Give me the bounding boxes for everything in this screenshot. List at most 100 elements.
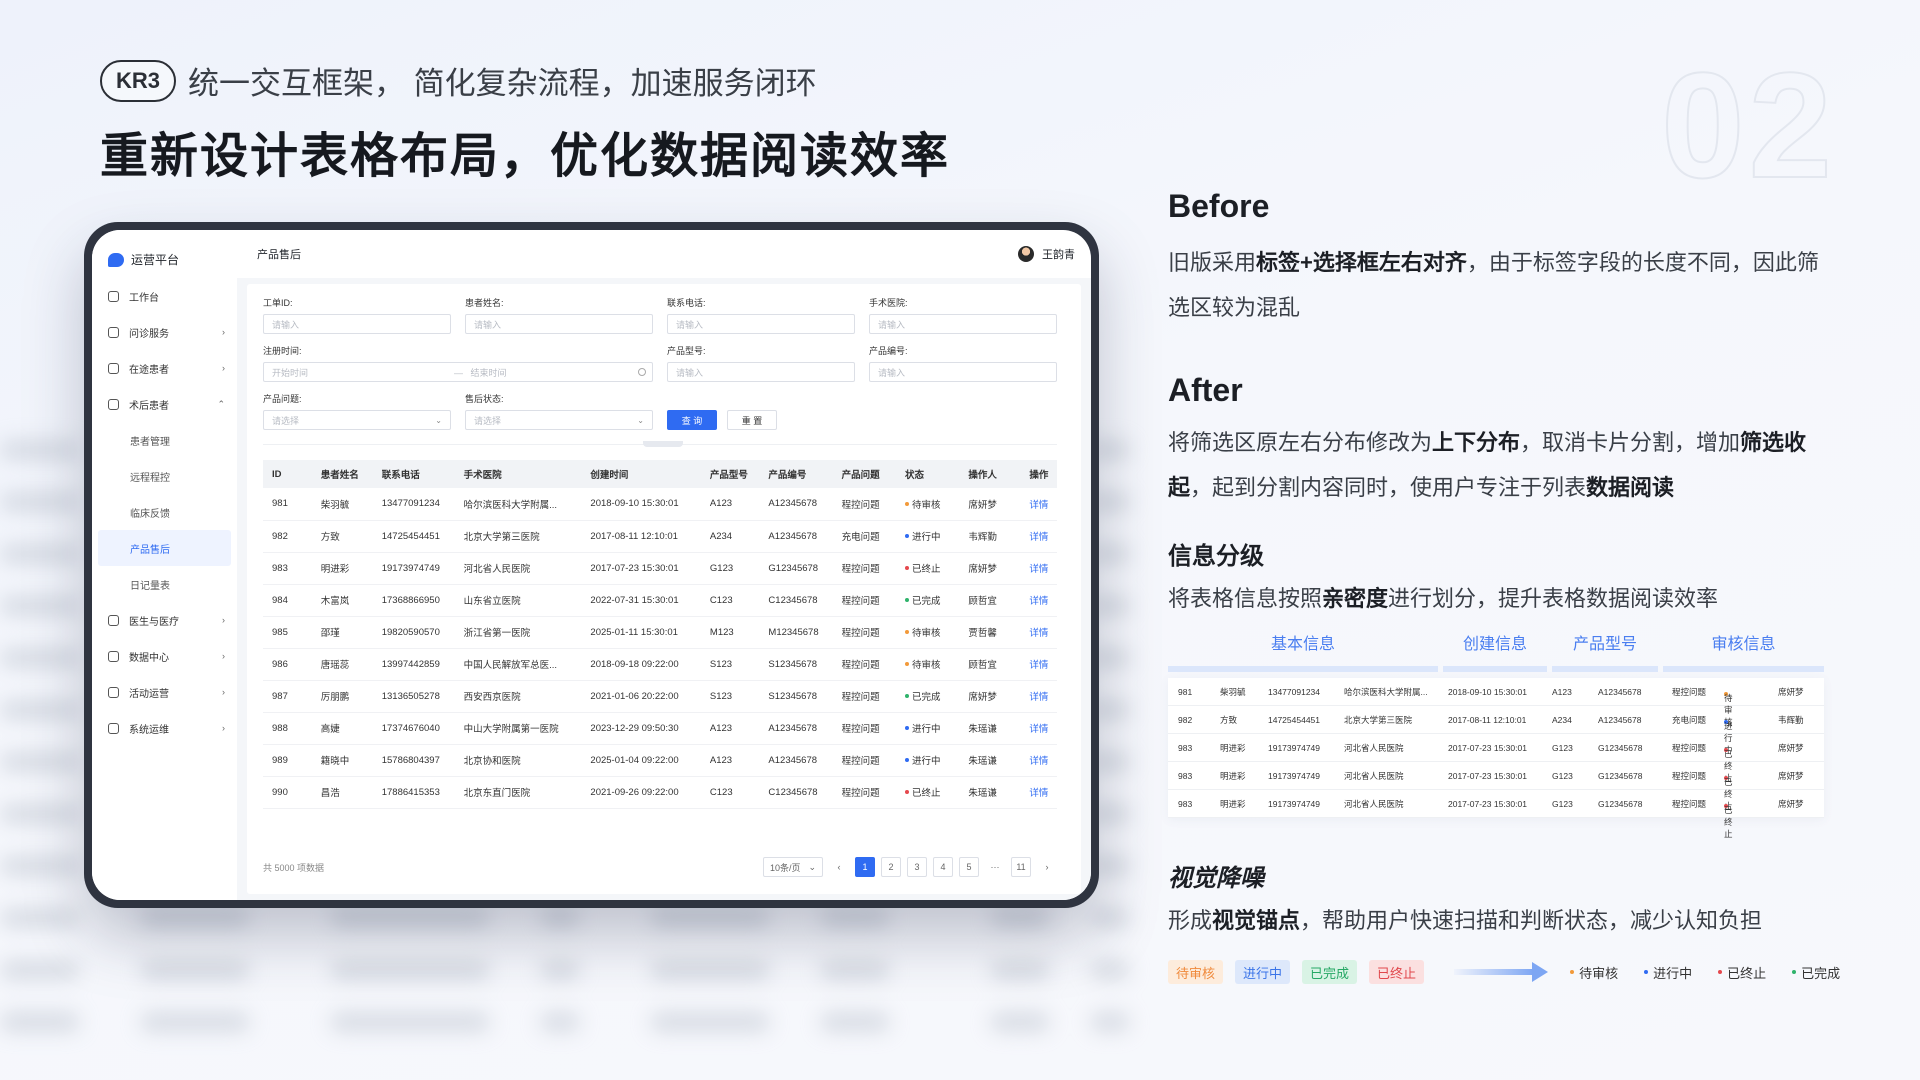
mini-header-created: 创建信息 xyxy=(1462,636,1527,653)
detail-link[interactable]: 详情 xyxy=(1029,628,1048,639)
sidebar-item-top-0[interactable]: 工作台 xyxy=(92,278,237,314)
mini-table-row: 983 明进彩 19173974749 河北省人民医院 2017-07-23 15:30… xyxy=(1168,734,1824,783)
mini-table-cell: 983 xyxy=(1178,742,1193,753)
detail-link[interactable]: 详情 xyxy=(1029,788,1048,799)
page-button-2[interactable]: 2 xyxy=(881,857,901,877)
level-text-1: 将表格信息按照 xyxy=(1168,586,1323,611)
sidebar-subitem-3[interactable]: 产品售后 xyxy=(98,530,231,566)
detail-link[interactable]: 详情 xyxy=(1029,500,1048,511)
status-text: 已完成 xyxy=(911,596,941,607)
sidebar-item-top-3[interactable]: 术后患者 ⌃ xyxy=(92,386,237,422)
action-cell: 详情 xyxy=(1020,744,1057,777)
reset-button[interactable]: 重 置 xyxy=(727,410,777,430)
code-input[interactable]: 请输入 xyxy=(869,362,1057,382)
status-text: 待审核 xyxy=(911,499,941,511)
mini-header-basic: 基本信息 xyxy=(1270,636,1335,653)
detail-link[interactable]: 详情 xyxy=(1029,756,1048,767)
status-dot xyxy=(904,790,909,794)
mini-table-cell: 河北省人民医院 xyxy=(1344,742,1404,753)
sidebar-subitem-0[interactable]: 患者管理 xyxy=(92,422,237,458)
register-time-range[interactable]: 开始时间 — 结束时间 xyxy=(263,362,653,382)
mini-table-cell: 河北省人民医院 xyxy=(1344,770,1404,781)
mini-table-cell: A12345678 xyxy=(1598,714,1642,725)
next-page-button[interactable]: › xyxy=(1037,857,1057,877)
table-cell: A12345678 xyxy=(759,488,833,521)
mini-table-cell: 程控问题 xyxy=(1672,686,1707,697)
sidebar-item-bottom-3[interactable]: 系统运维 › xyxy=(92,710,237,746)
order-id-input[interactable]: 请输入 xyxy=(263,314,451,334)
table-cell: 985 xyxy=(263,616,312,649)
detail-link[interactable]: 详情 xyxy=(1029,724,1048,735)
page-size-select[interactable]: 10条/页 ⌄ xyxy=(763,857,823,877)
sidebar-subitem-1[interactable]: 远程程控 xyxy=(92,458,237,494)
background-blur-bar xyxy=(540,960,580,980)
background-blur-bar xyxy=(330,908,490,928)
detail-link[interactable]: 详情 xyxy=(1029,532,1048,543)
table-cell: 2017-07-23 15:30:01 xyxy=(581,552,701,585)
model-input[interactable]: 请输入 xyxy=(667,362,855,382)
section-number: 02 xyxy=(1660,41,1836,209)
page-button-3[interactable]: 3 xyxy=(907,857,927,877)
detail-link[interactable]: 详情 xyxy=(1029,564,1048,575)
mini-table-cell: G123 xyxy=(1552,798,1573,809)
status-cell: 已终止 xyxy=(895,552,960,585)
sidebar-item-top-1[interactable]: 问诊服务 › xyxy=(92,314,237,350)
background-blur-bar xyxy=(990,960,1050,980)
prev-page-button[interactable]: ‹ xyxy=(829,857,849,877)
mini-table-cell: 北京大学第三医院 xyxy=(1344,714,1413,725)
clipboard-icon xyxy=(108,398,119,410)
chevron-icon: › xyxy=(222,651,225,661)
mini-table-headers: 基本信息 创建信息 产品型号 审核信息 xyxy=(1168,630,1824,672)
table-cell: 程控问题 xyxy=(832,616,896,649)
mini-header-model: 产品型号 xyxy=(1572,636,1637,653)
page-button-5[interactable]: 5 xyxy=(959,857,979,877)
filter-issue: 产品问题: 请选择 ⌄ xyxy=(263,392,451,430)
mini-table-cell: 14725454451 xyxy=(1268,714,1321,725)
detail-link[interactable]: 详情 xyxy=(1029,660,1048,671)
column-header: 操作 xyxy=(1029,470,1049,481)
aftersale-select[interactable]: 请选择 ⌄ xyxy=(465,410,653,430)
mini-table-cell: 明进彩 xyxy=(1220,798,1246,809)
hospital-input[interactable]: 请输入 xyxy=(869,314,1057,334)
mini-table-cell: 19173974749 xyxy=(1268,770,1321,781)
background-blur-bar xyxy=(820,960,890,980)
action-cell: 详情 xyxy=(1020,520,1057,553)
after-text: 将筛选区原左右分布修改为上下分布，取消卡片分割，增加筛选收起，起到分割内容同时，… xyxy=(1168,420,1828,510)
background-blur-bar xyxy=(820,908,890,928)
mini-table-cell: 充电问题 xyxy=(1672,714,1707,725)
mini-table-cell: 韦辉勤 xyxy=(1778,714,1804,725)
detail-link[interactable]: 详情 xyxy=(1029,692,1048,703)
mini-table-cell: 19173974749 xyxy=(1268,742,1321,753)
sidebar-item-top-2[interactable]: 在途患者 › xyxy=(92,350,237,386)
mini-table-cell: G12345678 xyxy=(1598,742,1643,753)
user-menu[interactable]: 王韵青 xyxy=(1018,246,1075,262)
page-button-ellipsis[interactable]: ··· xyxy=(985,857,1005,877)
page-button-1[interactable]: 1 xyxy=(855,857,875,877)
query-button[interactable]: 查 询 xyxy=(667,410,717,430)
sidebar-item-label: 活动运营 xyxy=(129,688,169,700)
page-button-11[interactable]: 11 xyxy=(1011,857,1031,877)
clock-icon xyxy=(638,368,646,376)
sidebar-item-bottom-2[interactable]: 活动运营 › xyxy=(92,674,237,710)
background-blur-bar xyxy=(1090,960,1130,980)
collapse-handle[interactable] xyxy=(643,441,683,447)
status-text: 进行中 xyxy=(911,756,941,767)
sidebar-item-bottom-1[interactable]: 数据中心 › xyxy=(92,638,237,674)
status-badge: 待审核 xyxy=(904,657,941,671)
phone-input[interactable]: 请输入 xyxy=(667,314,855,334)
table-row: 983 明进彩 19173974749 河北省人民医院 2017-07-23 15:30… xyxy=(263,552,1057,585)
sidebar-subitem-4[interactable]: 日记量表 xyxy=(92,566,237,602)
sidebar-item-bottom-0[interactable]: 医生与医疗 › xyxy=(92,602,237,638)
sidebar-subitem-2[interactable]: 临床反馈 xyxy=(92,494,237,530)
app-logo[interactable]: 运营平台 xyxy=(108,251,179,268)
action-cell: 详情 xyxy=(1020,616,1057,649)
status-cell: 已终止 xyxy=(895,776,960,809)
patient-input[interactable]: 请输入 xyxy=(465,314,653,334)
status-badge: 已完成 xyxy=(904,689,941,703)
mini-table-cell: A12345678 xyxy=(1598,686,1642,697)
table-row: 989 籍晓中 15786804397 北京协和医院 2025-01-04 09:22:… xyxy=(263,744,1057,777)
mini-table-cell: 2017-07-23 15:30:01 xyxy=(1448,770,1527,781)
issue-select[interactable]: 请选择 ⌄ xyxy=(263,410,451,430)
page-button-4[interactable]: 4 xyxy=(933,857,953,877)
detail-link[interactable]: 详情 xyxy=(1029,596,1048,607)
